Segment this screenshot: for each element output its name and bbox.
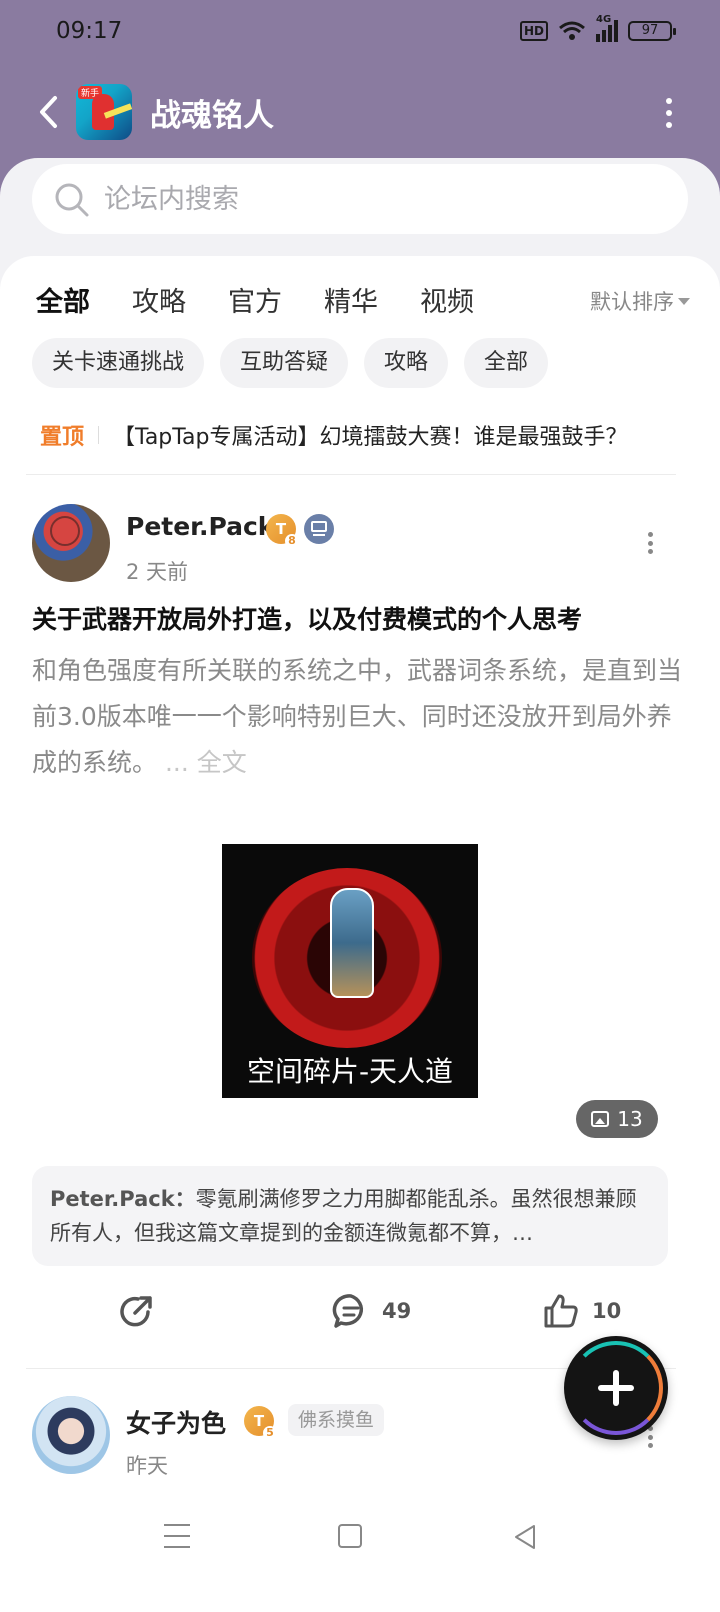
chip-qa[interactable]: 互助答疑 [220,338,349,388]
menu-icon[interactable] [164,1524,190,1548]
back-triangle-icon[interactable] [510,1522,540,1552]
signal-icon: 4G [596,14,618,42]
avatar[interactable] [32,1396,110,1474]
battery-icon: 97 [628,21,676,41]
level-badge: T5 [244,1406,277,1440]
share-icon [120,1296,152,1327]
caret-down-icon [678,297,690,305]
post-image[interactable]: 空间碎片-天人道 [222,844,478,1098]
pinned-label: 置顶 [40,425,85,450]
thumbs-up-icon [544,1294,578,1328]
like-button[interactable]: 10 [542,1292,621,1330]
excerpt-text: 和角色强度有所关联的系统之中，武器词条系统，是直到当前3.0版本唯一一个影响特别… [32,656,683,777]
app-header: 新手 战魂铭人 [0,78,720,148]
like-count: 10 [592,1299,622,1323]
back-icon[interactable] [34,92,62,132]
post-time: 2 天前 [126,560,189,584]
pinned-separator [98,426,100,444]
post-time: 昨天 [126,1454,168,1478]
tab-videos[interactable]: 视频 [420,280,474,330]
search-box[interactable] [32,164,688,234]
tab-guides[interactable]: 攻略 [132,280,186,330]
sort-label: 默认排序 [590,290,674,314]
image-count: 13 [617,1107,643,1131]
system-nav-bar [0,1492,720,1576]
post-more-icon[interactable] [646,532,654,554]
status-icons: HD 4G 97 [519,14,676,42]
network-type: 4G [596,14,612,25]
clock: 09:17 [56,18,123,44]
chip-all[interactable]: 全部 [464,338,549,388]
tab-official[interactable]: 官方 [228,280,282,330]
post-author[interactable]: 女子为色 [126,1404,226,1440]
image-count-badge[interactable]: 13 [576,1100,658,1138]
comment-author: Peter.Pack： [50,1187,196,1211]
game-logo[interactable]: 新手 [76,84,132,140]
post-author[interactable]: Peter.Pack [126,512,274,541]
post-excerpt[interactable]: 和角色强度有所关联的系统之中，武器词条系统，是直到当前3.0版本唯一一个影响特别… [32,648,682,786]
sort-dropdown[interactable]: 默认排序 [590,286,690,316]
tab-all[interactable]: 全部 [36,280,90,330]
wifi-icon [559,21,585,40]
chip-speedrun[interactable]: 关卡速通挑战 [32,338,205,388]
post-actions: 49 10 [0,1292,720,1342]
plus-icon-vertical [613,1370,619,1406]
image-icon [591,1111,610,1127]
comment-preview[interactable]: Peter.Pack：零氪刷满修罗之力用脚都能乱杀。虽然很想兼顾所有人，但我这篇… [32,1166,668,1266]
tab-featured[interactable]: 精华 [324,280,378,330]
search-icon [55,183,89,217]
level-badge: T8 [266,514,299,548]
home-icon[interactable] [338,1524,362,1548]
comment-count: 49 [382,1299,412,1323]
comment-button[interactable]: 49 [332,1292,411,1330]
filter-chips: 关卡速通挑战 互助答疑 攻略 全部 [32,338,549,388]
ellipsis: ... [164,748,189,777]
tab-bar: 全部 攻略 官方 精华 视频 [36,280,474,330]
create-post-button[interactable] [564,1336,668,1440]
pc-platform-icon [304,514,334,544]
pinned-post[interactable]: 置顶 【TapTap专属活动】幻境擂鼓大赛！谁是最强鼓手？ [40,418,690,452]
status-bar: 09:17 HD 4G 97 [0,0,720,66]
hd-icon: HD [519,21,548,41]
more-options-icon[interactable] [664,98,674,128]
pinned-title: 【TapTap专属活动】幻境擂鼓大赛！谁是最强鼓手？ [113,425,628,450]
image-caption: 空间碎片-天人道 [246,1055,454,1088]
divider [26,474,676,475]
user-title-tag: 佛系摸鱼 [288,1404,385,1436]
avatar[interactable] [32,504,110,582]
search-input[interactable] [104,178,644,220]
chip-guides[interactable]: 攻略 [364,338,449,388]
page-title: 战魂铭人 [150,98,274,134]
full-text-link[interactable]: 全文 [197,748,247,777]
comment-icon [332,1294,364,1328]
post-title[interactable]: 关于武器开放局外打造，以及付费模式的个人思考 [32,600,692,636]
share-button[interactable] [118,1292,156,1330]
